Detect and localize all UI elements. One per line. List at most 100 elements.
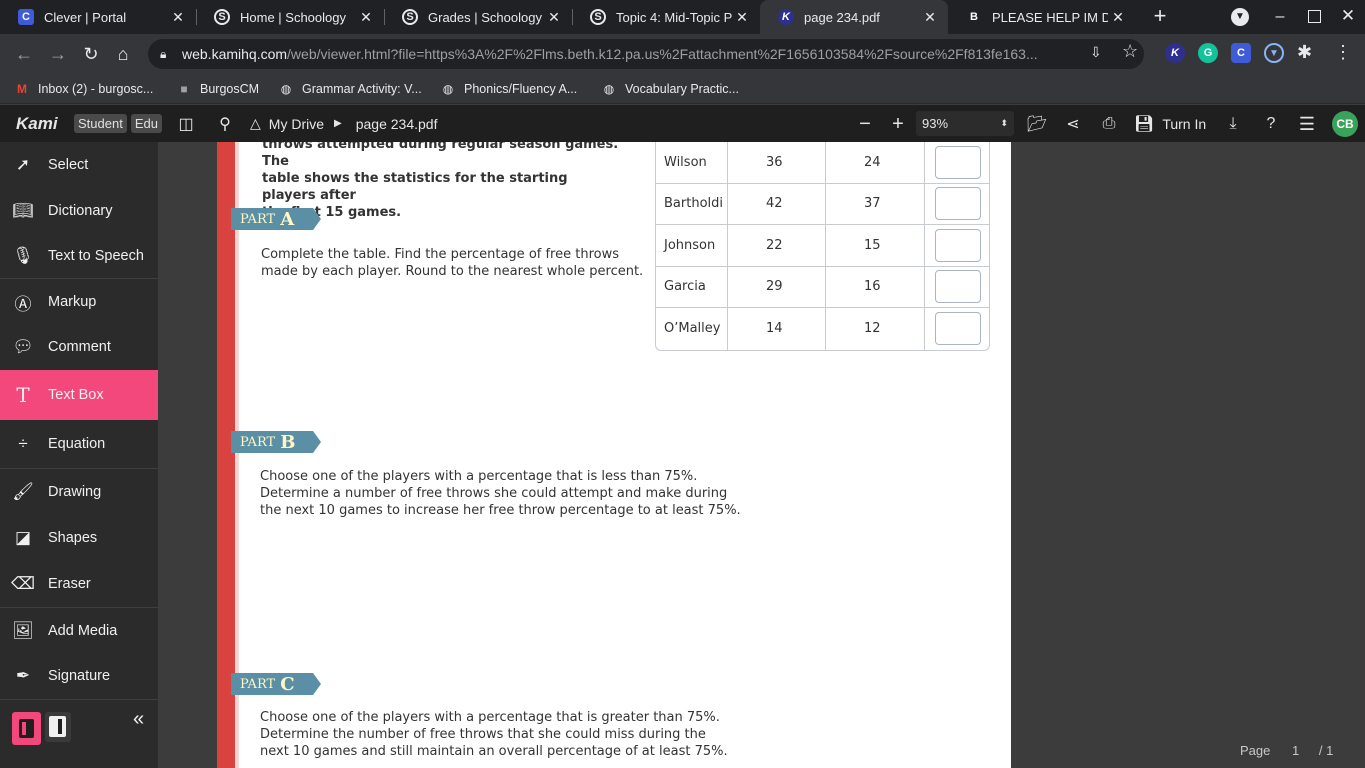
percentage-cell — [925, 267, 989, 308]
close-icon[interactable]: ✕ — [920, 9, 940, 26]
zoom-out-icon[interactable]: − — [854, 113, 876, 135]
tab-title: Home | Schoology — [240, 9, 346, 25]
back-icon[interactable]: ← — [12, 42, 36, 66]
pdf-page[interactable]: throws attempted during regular season g… — [217, 142, 1011, 768]
share-icon[interactable]: ⋖ — [1062, 113, 1084, 135]
tool-comment[interactable]: 💬︎ Comment — [0, 325, 158, 369]
part-c-text: Choose one of the players with a percent… — [260, 710, 728, 759]
tool-eraser[interactable]: ⌫ Eraser — [0, 561, 158, 607]
tool-dictionary[interactable]: 📖︎ Dictionary — [0, 188, 158, 234]
made-value: 37 — [826, 183, 925, 224]
brush-icon: 🖌︎ — [12, 482, 34, 501]
tool-markup[interactable]: Ⓐ Markup — [0, 279, 158, 325]
close-icon[interactable]: ✕ — [356, 9, 376, 26]
bookmark-vocabulary[interactable]: ◍ Vocabulary Practic... — [601, 74, 739, 104]
tool-equation[interactable]: ÷ Equation — [0, 420, 158, 468]
kami-favicon-icon: K — [778, 9, 794, 25]
bookmark-burgoscm[interactable]: ■ BurgosCM — [176, 74, 259, 104]
percentage-answer-box[interactable] — [935, 312, 981, 346]
drive-icon: △ — [250, 115, 261, 131]
divide-icon: ÷ — [18, 434, 28, 453]
percentage-answer-box[interactable] — [935, 187, 981, 221]
close-window-icon[interactable]: ✕ — [1339, 6, 1357, 26]
breadcrumb-filename[interactable]: page 234.pdf — [356, 116, 438, 132]
close-icon[interactable]: ✕ — [1108, 9, 1128, 26]
layout-right-toggle[interactable] — [45, 712, 71, 742]
tab-title: Grades | Schoology — [428, 9, 542, 25]
install-app-icon[interactable]: ⇩ — [1090, 44, 1106, 62]
tab-schoology-home[interactable]: S Home | Schoology ✕ — [196, 0, 384, 34]
tool-select[interactable]: ➚ Select — [0, 142, 158, 188]
url-input[interactable]: 🔒︎ web.kamihq.com/web/viewer.html?file=h… — [148, 39, 1144, 69]
close-icon[interactable]: ✕ — [168, 9, 188, 26]
close-icon[interactable]: ✕ — [732, 9, 752, 26]
percentage-answer-box[interactable] — [935, 145, 981, 179]
reload-icon[interactable]: ↻ — [79, 42, 103, 66]
speech-icon: 🎙︎ — [12, 246, 34, 265]
chrome-menu-icon[interactable]: ⋮ — [1334, 42, 1352, 64]
print-icon[interactable]: ⎙ — [1098, 113, 1120, 135]
percentage-answer-box[interactable] — [935, 228, 981, 262]
kami-extension-icon[interactable]: K — [1165, 43, 1185, 63]
table-row: O’Malley 14 12 — [656, 308, 989, 350]
zoom-in-icon[interactable]: + — [887, 113, 909, 135]
breadcrumb-drive[interactable]: My Drive — [269, 116, 324, 132]
sidebar-toggle-icon[interactable]: ◫ — [175, 113, 197, 135]
schoology-favicon-icon: S — [590, 9, 606, 25]
restore-icon[interactable] — [1308, 10, 1321, 23]
bookmark-grammar[interactable]: ◍ Grammar Activity: V... — [278, 74, 422, 104]
tool-label: Dictionary — [48, 203, 113, 219]
made-value: 12 — [826, 308, 925, 350]
extensions-puzzle-icon[interactable]: ✱ — [1297, 42, 1319, 64]
bookmark-gmail[interactable]: M Inbox (2) - burgosc... — [14, 74, 153, 104]
page-indicator: Page 1 / 1 — [1240, 743, 1333, 758]
tool-label: Text Box — [48, 387, 104, 403]
comment-icon: 💬︎ — [12, 337, 34, 356]
shield-extension-icon[interactable]: ▼ — [1264, 43, 1284, 63]
home-icon[interactable]: ⌂ — [111, 42, 135, 66]
open-folder-icon[interactable]: 📂︎ — [1026, 113, 1048, 135]
part-a-text: Complete the table. Find the percentage … — [261, 247, 644, 279]
percentage-cell — [925, 225, 989, 266]
bookmark-label: Inbox (2) - burgosc... — [38, 82, 154, 96]
menu-icon[interactable]: ☰ — [1296, 113, 1318, 135]
layout-left-toggle[interactable] — [12, 712, 41, 745]
bookmark-label: Vocabulary Practic... — [625, 82, 739, 96]
globe-icon: ◍ — [442, 82, 454, 96]
forward-icon[interactable]: → — [46, 42, 70, 66]
grammarly-extension-icon[interactable]: G — [1198, 43, 1218, 63]
tool-shapes[interactable]: ◪ Shapes — [0, 515, 158, 561]
tool-text-to-speech[interactable]: 🎙︎ Text to Speech — [0, 234, 158, 278]
minimize-icon[interactable]: ‒ — [1272, 8, 1288, 26]
new-tab-plus-icon[interactable]: + — [1148, 4, 1172, 28]
tool-drawing[interactable]: 🖌︎ Drawing — [0, 469, 158, 515]
percentage-cell — [925, 142, 989, 183]
percentage-answer-box[interactable] — [935, 270, 981, 304]
tool-label: Select — [48, 157, 89, 173]
tab-kami-pdf[interactable]: K page 234.pdf ✕ — [760, 0, 948, 34]
help-icon[interactable]: ? — [1260, 113, 1282, 135]
attempted-value: 22 — [728, 225, 826, 266]
tab-clever[interactable]: C Clever | Portal ✕ — [0, 0, 196, 34]
edu-badge: Edu — [130, 114, 162, 133]
tab-brainly[interactable]: B PLEASE HELP IM DE ✕ — [948, 0, 1136, 34]
tool-signature[interactable]: ✒ Signature — [0, 654, 158, 698]
search-icon[interactable]: ⚲ — [214, 113, 236, 135]
download-icon[interactable]: ⤓ — [1222, 113, 1244, 135]
turn-in-button[interactable]: 💾︎ Turn In — [1134, 105, 1206, 142]
tab-schoology-grades[interactable]: S Grades | Schoology ✕ — [384, 0, 572, 34]
bookmark-star-icon[interactable]: ☆ — [1122, 41, 1142, 63]
zoom-select[interactable]: 93% ⬍ — [916, 111, 1014, 136]
page-current[interactable]: 1 — [1292, 743, 1299, 758]
tool-add-media[interactable]: 🖼︎ Add Media — [0, 608, 158, 654]
tool-text-box[interactable]: T Text Box — [0, 370, 158, 420]
bookmark-phonics[interactable]: ◍ Phonics/Fluency A... — [440, 74, 578, 104]
tab-search-icon[interactable]: ▼ — [1231, 8, 1249, 26]
tab-schoology-topic[interactable]: S Topic 4: Mid-Topic Pe ✕ — [572, 0, 760, 34]
avatar[interactable]: CB — [1332, 111, 1358, 137]
clever-extension-icon[interactable]: C — [1231, 43, 1251, 63]
media-icon: 🖼︎ — [12, 621, 34, 640]
collapse-sidebar-icon[interactable]: « — [133, 708, 151, 730]
markup-icon: Ⓐ — [14, 294, 32, 314]
close-icon[interactable]: ✕ — [544, 9, 564, 26]
